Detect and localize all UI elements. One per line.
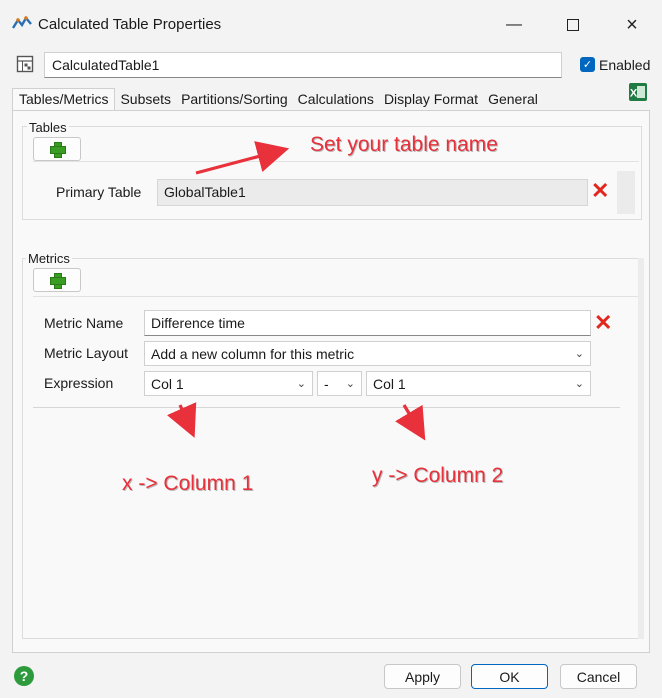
help-icon[interactable]: ?	[14, 666, 34, 686]
cancel-button[interactable]: Cancel	[560, 664, 637, 689]
annotation-arrow	[395, 404, 426, 441]
annotation-arrows	[166, 141, 426, 441]
ok-button[interactable]: OK	[471, 664, 548, 689]
annotation-y-column: y -> Column 2	[372, 464, 504, 487]
apply-button[interactable]: Apply	[384, 664, 461, 689]
annotation-table-name: Set your table name	[310, 133, 498, 156]
annotation-arrow	[166, 402, 197, 438]
annotation-x-column: x -> Column 1	[122, 472, 254, 495]
annotation-arrow	[195, 141, 290, 175]
